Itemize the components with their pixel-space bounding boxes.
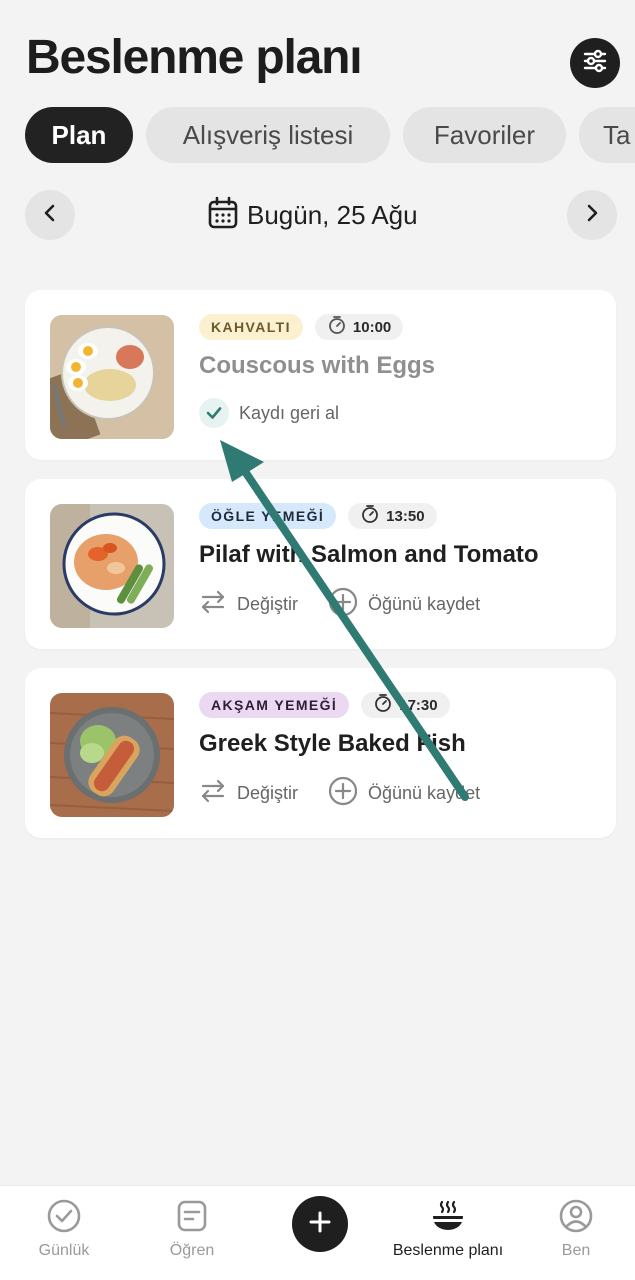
date-display[interactable]: Bugün, 25 Ağu — [207, 196, 418, 235]
page-title: Beslenme planı — [26, 31, 363, 84]
swap-meal-label: Değiştir — [237, 783, 299, 803]
stopwatch-icon — [373, 693, 393, 717]
meal-meta: AKŞAM YEMEĞİ 17:30 — [199, 692, 450, 718]
meal-type-badge: AKŞAM YEMEĞİ — [199, 692, 350, 718]
meal-title: Couscous with Eggs — [199, 352, 436, 379]
log-meal-label: Öğünü kaydet — [368, 594, 481, 614]
meal-time-label: 17:30 — [399, 696, 438, 714]
log-meal-button[interactable]: Öğünü kaydet — [328, 587, 480, 622]
meal-card-breakfast[interactable]: KAHVALTI 10:00 Couscous with Eggs Kaydı … — [25, 290, 616, 460]
meal-type-badge: KAHVALTI — [199, 314, 303, 340]
nav-item-meal-plan[interactable]: Beslenme planı — [383, 1186, 513, 1280]
meal-photo-fish — [50, 693, 174, 817]
undo-log-label: Kaydı geri al — [239, 402, 340, 423]
meal-time-label: 10:00 — [352, 318, 392, 336]
tab-more[interactable]: Ta — [579, 107, 635, 163]
check-icon — [199, 398, 229, 428]
meal-actions: Değiştir Öğünü kaydet — [199, 587, 480, 622]
swap-icon — [199, 777, 227, 810]
chevron-left-icon — [40, 203, 60, 228]
stopwatch-icon — [360, 504, 380, 528]
nav-item-profile[interactable]: Ben — [536, 1186, 616, 1280]
meal-actions: Değiştir Öğünü kaydet — [199, 776, 480, 811]
meal-time-label: 13:50 — [386, 507, 425, 525]
header: Beslenme planı — [0, 0, 635, 100]
date-label: Bugün, 25 Ağu — [247, 200, 418, 230]
undo-log-button[interactable]: Kaydı geri al — [199, 398, 339, 428]
meal-card-dinner[interactable]: AKŞAM YEMEĞİ 17:30 Greek Style Baked Fis… — [25, 668, 616, 838]
nav-label: Beslenme planı — [392, 1242, 504, 1259]
swap-icon — [199, 588, 227, 621]
meal-time: 10:00 — [314, 314, 404, 340]
plus-circle-icon — [328, 776, 358, 811]
calendar-icon — [207, 196, 239, 235]
nav-label: Öğren — [169, 1242, 215, 1259]
swap-meal-label: Değiştir — [237, 594, 299, 614]
tab-favorites[interactable]: Favoriler — [403, 107, 566, 163]
prev-day-button[interactable] — [25, 190, 75, 240]
document-icon — [172, 1196, 212, 1236]
meal-time: 13:50 — [348, 503, 437, 529]
plus-circle-icon — [328, 587, 358, 622]
meal-photo-couscous — [50, 315, 174, 439]
tab-bar: Plan Alışveriş listesi Favoriler Ta — [0, 107, 635, 165]
sliders-icon — [581, 47, 609, 80]
nav-item-learn[interactable]: Öğren — [152, 1186, 232, 1280]
swap-meal-button[interactable]: Değiştir — [199, 777, 298, 810]
next-day-button[interactable] — [567, 190, 617, 240]
meal-title: Pilaf with Salmon and Tomato — [199, 541, 539, 568]
nav-label: Günlük — [38, 1242, 90, 1259]
meal-meta: ÖĞLE YEMEĞİ 13:50 — [199, 503, 437, 529]
meal-card-lunch[interactable]: ÖĞLE YEMEĞİ 13:50 Pilaf with Salmon and … — [25, 479, 616, 649]
stopwatch-icon — [327, 315, 347, 339]
tab-shopping-list[interactable]: Alışveriş listesi — [146, 107, 390, 163]
chevron-right-icon — [582, 203, 602, 228]
add-button[interactable] — [292, 1196, 348, 1252]
user-icon — [556, 1196, 596, 1236]
bottom-nav: Günlük Öğren Beslenme planı Ben — [0, 1185, 635, 1280]
date-navigator: Bugün, 25 Ağu — [0, 190, 635, 242]
meal-actions: Kaydı geri al — [199, 398, 339, 428]
filter-button[interactable] — [570, 38, 620, 88]
plus-icon — [308, 1210, 332, 1239]
tab-plan[interactable]: Plan — [25, 107, 133, 163]
log-meal-button[interactable]: Öğünü kaydet — [328, 776, 480, 811]
nav-label: Ben — [561, 1242, 591, 1259]
nav-item-diary[interactable]: Günlük — [24, 1186, 104, 1280]
meal-photo-pilaf — [50, 504, 174, 628]
log-meal-label: Öğünü kaydet — [368, 783, 481, 803]
swap-meal-button[interactable]: Değiştir — [199, 588, 298, 621]
meal-time: 17:30 — [361, 692, 450, 718]
check-circle-icon — [44, 1196, 84, 1236]
meal-type-badge: ÖĞLE YEMEĞİ — [199, 503, 337, 529]
meal-title: Greek Style Baked Fish — [199, 730, 466, 757]
bowl-icon — [428, 1196, 468, 1236]
meal-meta: KAHVALTI 10:00 — [199, 314, 404, 340]
